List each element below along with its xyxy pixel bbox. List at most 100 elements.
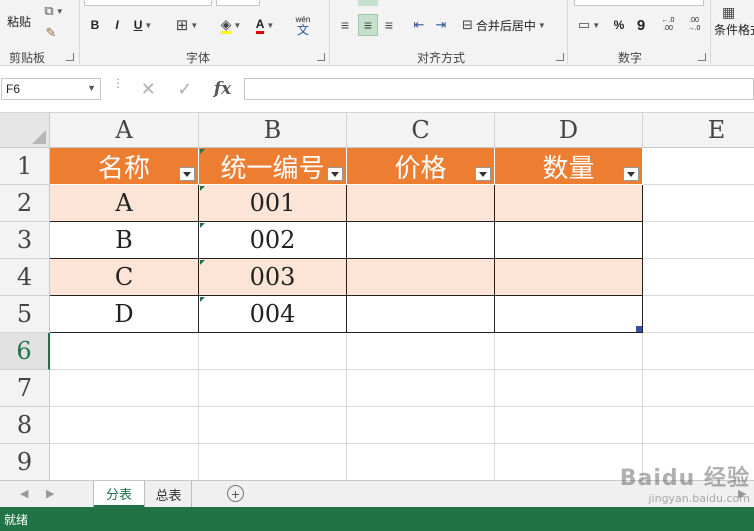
table-header-code[interactable]: 统一编号: [199, 148, 347, 185]
alignment-dialog-launcher[interactable]: [556, 53, 564, 61]
table-cell[interactable]: A: [50, 185, 199, 222]
filter-dropdown-icon[interactable]: [327, 167, 343, 181]
chevron-down-icon[interactable]: ▼: [87, 83, 96, 93]
cell-empty[interactable]: [347, 370, 495, 407]
table-cell[interactable]: [495, 185, 643, 222]
enter-icon[interactable]: ✓: [177, 79, 192, 100]
cell-e3[interactable]: [643, 222, 754, 259]
table-cell[interactable]: 001: [199, 185, 347, 222]
cell-empty[interactable]: [199, 370, 347, 407]
table-header-qty[interactable]: 数量: [495, 148, 643, 185]
table-header-name[interactable]: 名称: [50, 148, 199, 185]
column-header-a[interactable]: A: [50, 113, 199, 148]
scroll-right-icon[interactable]: ▶: [46, 487, 54, 500]
column-header-c[interactable]: C: [347, 113, 495, 148]
name-box[interactable]: F6 ▼: [1, 78, 101, 100]
insert-function-icon[interactable]: fx: [214, 79, 231, 99]
table-cell[interactable]: B: [50, 222, 199, 259]
table-cell[interactable]: 004: [199, 296, 347, 333]
increase-indent-button[interactable]: ⇥: [432, 16, 450, 34]
align-center-button[interactable]: ≡: [358, 14, 378, 36]
row-header-3[interactable]: 3: [0, 222, 50, 259]
cell-empty[interactable]: [495, 407, 643, 444]
table-cell[interactable]: [495, 296, 643, 333]
table-cell[interactable]: C: [50, 259, 199, 296]
conditional-formatting-button[interactable]: ▦ 条件格式: [714, 0, 754, 38]
table-cell[interactable]: [347, 296, 495, 333]
row-header-7[interactable]: 7: [0, 370, 50, 407]
borders-button[interactable]: ⊞ ▼: [170, 16, 204, 34]
formula-bar-grip-icon[interactable]: ⋮: [112, 77, 124, 89]
cell-empty[interactable]: [50, 370, 199, 407]
table-cell[interactable]: [495, 259, 643, 296]
cell-e4[interactable]: [643, 259, 754, 296]
underline-button[interactable]: U ▼: [130, 16, 156, 34]
number-dialog-launcher[interactable]: [698, 53, 706, 61]
paste-button[interactable]: 粘贴: [2, 8, 36, 34]
cell-empty[interactable]: [50, 407, 199, 444]
column-header-b[interactable]: B: [199, 113, 347, 148]
table-resize-handle[interactable]: [636, 326, 642, 332]
font-size-combo[interactable]: [216, 0, 260, 6]
cell-empty[interactable]: [495, 333, 643, 370]
table-cell[interactable]: [347, 259, 495, 296]
cell-empty[interactable]: [50, 333, 199, 370]
sheet-tab-zongbiao[interactable]: 总表: [146, 481, 192, 507]
row-header-5[interactable]: 5: [0, 296, 50, 333]
cell-empty[interactable]: [643, 333, 754, 370]
phonetic-guide-button[interactable]: wén 文: [290, 12, 316, 38]
comma-button[interactable]: 9: [632, 16, 650, 34]
cell-empty[interactable]: [643, 407, 754, 444]
accounting-format-button[interactable]: ▭ ▼: [574, 16, 604, 34]
row-header-6[interactable]: 6: [0, 333, 50, 370]
table-cell[interactable]: 002: [199, 222, 347, 259]
number-format-combo[interactable]: [574, 0, 704, 6]
filter-dropdown-icon[interactable]: [623, 167, 639, 181]
table-header-price[interactable]: 价格: [347, 148, 495, 185]
table-cell[interactable]: D: [50, 296, 199, 333]
filter-dropdown-icon[interactable]: [179, 167, 195, 181]
cell-e2[interactable]: [643, 185, 754, 222]
cell-empty[interactable]: [50, 444, 199, 480]
cell-empty[interactable]: [347, 333, 495, 370]
cell-empty[interactable]: [347, 444, 495, 480]
format-painter-button[interactable]: ✎: [40, 24, 62, 42]
align-left-button[interactable]: ≡: [336, 16, 354, 34]
bold-button[interactable]: B: [86, 16, 104, 34]
table-cell[interactable]: 003: [199, 259, 347, 296]
column-header-d[interactable]: D: [495, 113, 643, 148]
align-right-button[interactable]: ≡: [380, 16, 398, 34]
row-header-4[interactable]: 4: [0, 259, 50, 296]
cell-e5[interactable]: [643, 296, 754, 333]
row-header-8[interactable]: 8: [0, 407, 50, 444]
filter-dropdown-icon[interactable]: [475, 167, 491, 181]
top-align-button-highlight[interactable]: [358, 0, 378, 6]
decrease-decimal-button[interactable]: .00 →.0: [682, 14, 706, 36]
table-cell[interactable]: [495, 222, 643, 259]
copy-button[interactable]: ⧉ ▼: [40, 2, 68, 20]
font-color-button[interactable]: A ▼: [250, 14, 280, 36]
row-header-1[interactable]: 1: [0, 148, 50, 185]
cell-empty[interactable]: [495, 370, 643, 407]
cell-e1[interactable]: [643, 148, 754, 185]
fill-color-button[interactable]: ◈ ▼: [214, 14, 248, 36]
increase-decimal-button[interactable]: ←.0 .00: [656, 14, 680, 36]
sheet-tab-fenbiao[interactable]: 分表: [94, 481, 144, 507]
cell-empty[interactable]: [199, 333, 347, 370]
cell-empty[interactable]: [643, 370, 754, 407]
cell-empty[interactable]: [199, 444, 347, 480]
clipboard-dialog-launcher[interactable]: [66, 53, 74, 61]
formula-input[interactable]: [244, 78, 754, 100]
decrease-indent-button[interactable]: ⇤: [410, 16, 428, 34]
cell-empty[interactable]: [347, 407, 495, 444]
add-sheet-icon[interactable]: +: [227, 485, 244, 502]
font-dialog-launcher[interactable]: [317, 53, 325, 61]
cancel-icon[interactable]: ✕: [141, 79, 156, 100]
percent-button[interactable]: %: [610, 16, 628, 34]
font-name-combo[interactable]: [84, 0, 212, 6]
column-header-e[interactable]: E: [643, 113, 754, 148]
cell-empty[interactable]: [199, 407, 347, 444]
select-all-button[interactable]: [0, 113, 50, 148]
table-cell[interactable]: [347, 222, 495, 259]
italic-button[interactable]: I: [108, 16, 126, 34]
